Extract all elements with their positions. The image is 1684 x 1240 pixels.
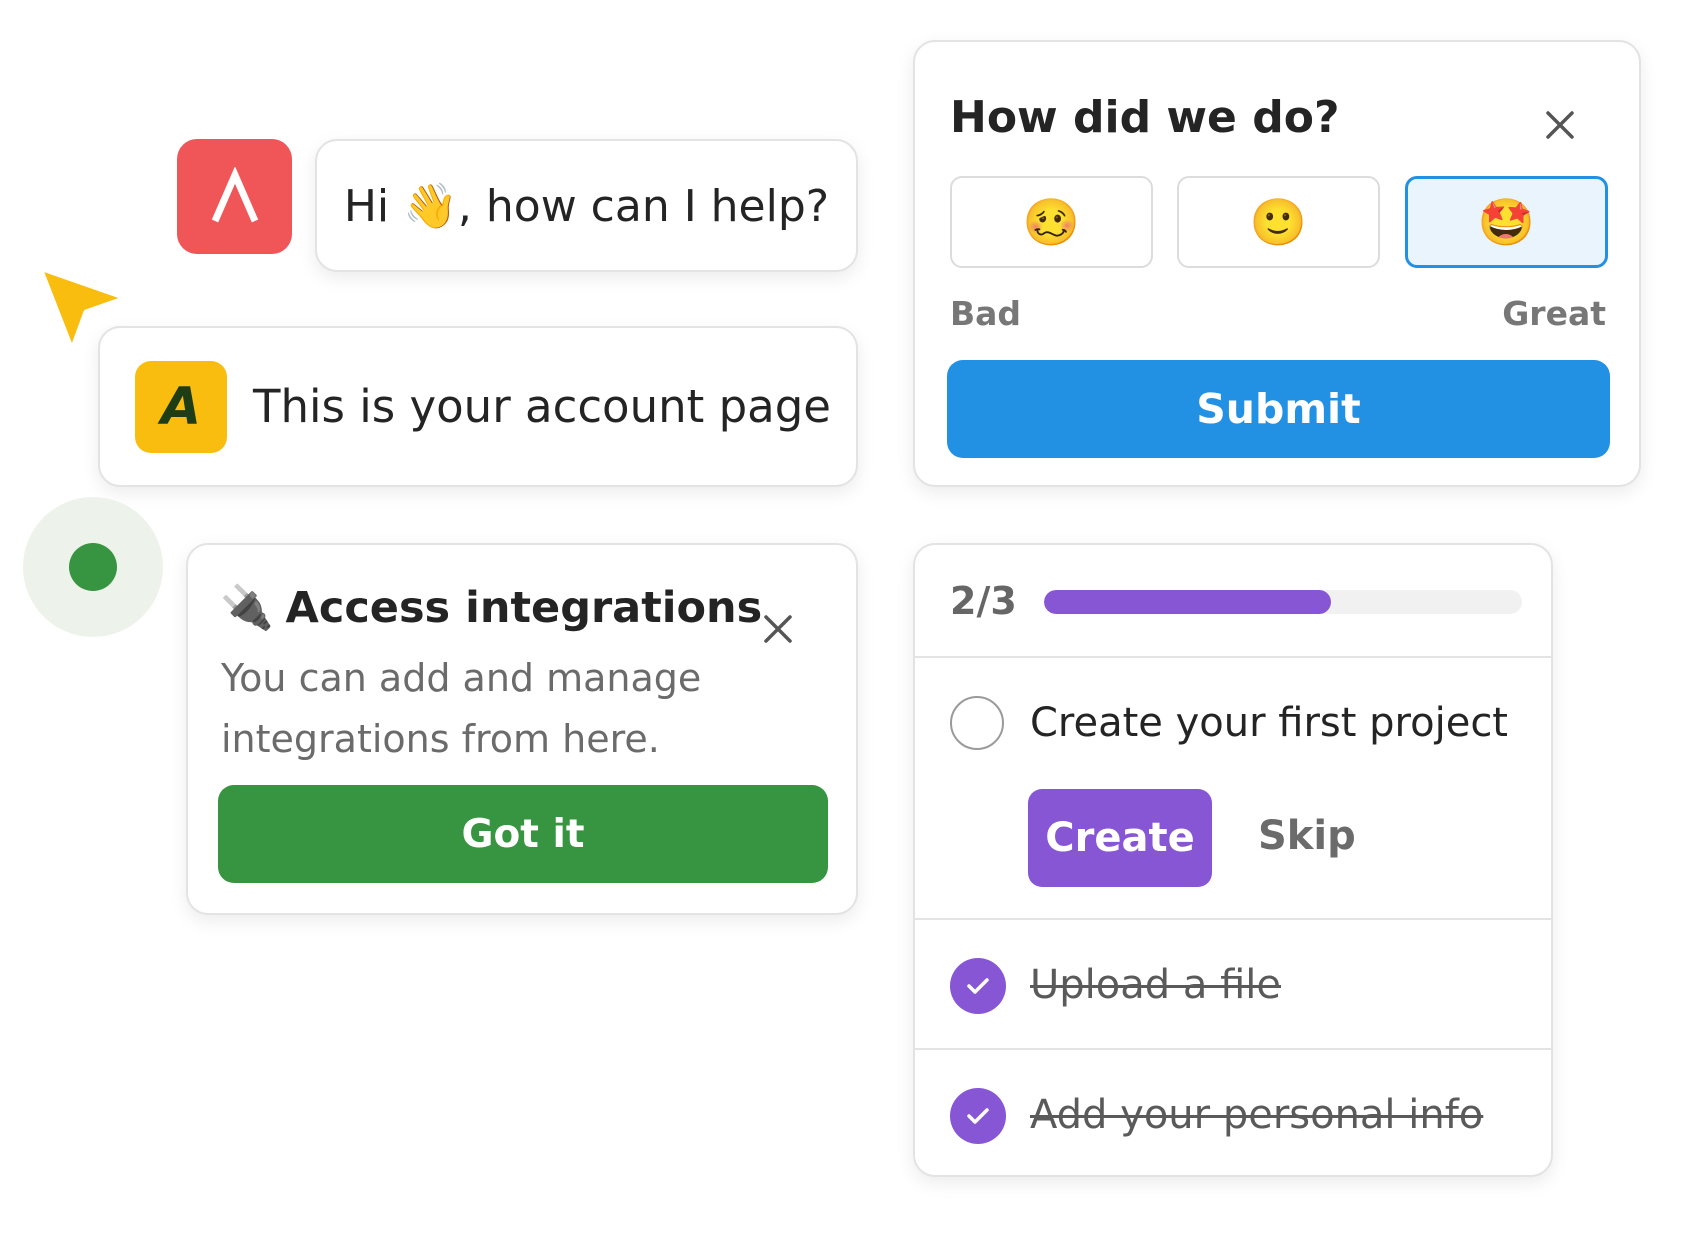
close-icon[interactable]: [760, 611, 796, 647]
beacon-dot[interactable]: [69, 543, 117, 591]
star-struck-face-icon: 🤩: [1477, 194, 1536, 249]
onboarding-ui-showcase: Hi 👋, how can I help? A This is your acc…: [0, 0, 1684, 1240]
survey-title: How did we do?: [950, 92, 1340, 143]
chat-greeting-bubble[interactable]: Hi 👋, how can I help?: [315, 139, 858, 272]
progress-bar: [1044, 590, 1522, 614]
rating-option-ok[interactable]: 🙂: [1177, 176, 1380, 268]
plug-icon: 🔌: [220, 583, 274, 633]
progress-counter: 2/3: [950, 579, 1017, 623]
hint-body: You can add and manage integrations from…: [221, 656, 702, 761]
account-logo-letter: A: [160, 376, 202, 437]
account-logo: A: [135, 360, 227, 453]
completed-step-label: Upload a file: [1030, 962, 1282, 1008]
lambda-logo-icon: [211, 166, 258, 222]
chat-greeting-text: Hi 👋, how can I help?: [343, 180, 830, 232]
unchecked-circle-icon[interactable]: [950, 696, 1004, 750]
got-it-button[interactable]: Got it: [218, 785, 828, 883]
scale-label-low: Bad: [950, 294, 1022, 333]
integrations-hint: 🔌 Access integrations You can add and ma…: [186, 543, 858, 915]
hint-title-text: Access integrations: [285, 583, 763, 633]
progress-bar-fill: [1044, 590, 1331, 614]
onboarding-checklist: 2/3 Create your first project Create Ski…: [913, 543, 1553, 1177]
submit-button[interactable]: Submit: [947, 360, 1610, 458]
checklist-item-current: Create your first project Create Skip: [915, 658, 1551, 920]
smiling-face-icon: 🙂: [1249, 194, 1308, 249]
checklist-item-completed: Upload a file: [915, 920, 1551, 1050]
checklist-item-completed: Add your personal info: [915, 1050, 1551, 1175]
close-icon[interactable]: [1543, 108, 1577, 142]
scale-label-high: Great: [1502, 294, 1606, 333]
feedback-survey: How did we do? 🥴 🙂 🤩 Bad Great Submit: [913, 40, 1641, 487]
account-page-tooltip[interactable]: A This is your account page: [98, 326, 858, 487]
woozy-face-icon: 🥴: [1022, 194, 1081, 249]
skip-button[interactable]: Skip: [1258, 813, 1356, 859]
rating-option-great[interactable]: 🤩: [1405, 176, 1608, 268]
checklist-progress: 2/3: [915, 545, 1551, 658]
checkmark-circle-icon: [950, 1088, 1006, 1144]
app-logo: [177, 139, 292, 254]
account-tooltip-text: This is your account page: [253, 380, 831, 433]
hint-title: 🔌 Access integrations: [220, 583, 762, 633]
current-step-title: Create your first project: [1030, 700, 1508, 746]
create-button[interactable]: Create: [1028, 789, 1212, 887]
completed-step-label: Add your personal info: [1030, 1092, 1484, 1138]
rating-option-bad[interactable]: 🥴: [950, 176, 1153, 268]
checkmark-circle-icon: [950, 958, 1006, 1014]
